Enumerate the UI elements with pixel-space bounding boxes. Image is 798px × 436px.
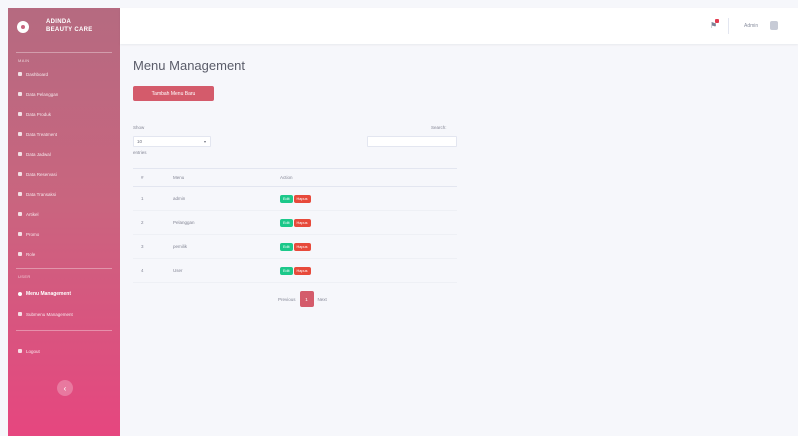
brand-name-line2: BEAUTY CARE [46,27,93,33]
tag-icon [18,232,22,236]
entries-select-value: 10 [137,139,143,144]
sidebar-item-data-pelanggan[interactable]: Data Pelanggan [18,90,58,98]
table-row: 3 pemilik Edit Hapus [133,234,457,259]
sidebar-divider [16,330,112,331]
pagination: Previous 1 Next [278,291,327,307]
chevron-left-icon: ‹ [63,383,67,393]
add-menu-button[interactable]: Tambah Menu Baru [133,86,214,101]
entries-select[interactable]: 10 ▾ [133,136,211,147]
edit-button[interactable]: Edit [280,266,293,275]
table-row: 1 admin Edit Hapus [133,186,457,211]
users-icon [18,92,22,96]
row-number: 2 [133,210,173,235]
calendar-icon [18,152,22,156]
list-icon [18,312,22,316]
sidebar-item-label: Logout [26,348,40,354]
row-actions: Edit Hapus [280,210,457,235]
sidebar-item-label: Role [26,251,36,257]
pagination-previous[interactable]: Previous [278,297,296,302]
sidebar-item-label: Data Produk [26,111,52,117]
sidebar-item-label: Data Transaksi [26,191,57,197]
sidebar-item-label: Menu Management [26,291,72,297]
logout-icon [18,349,22,353]
row-number: 1 [133,186,173,211]
sidebar: ADINDA BEAUTY CARE MAIN Dashboard Data P… [8,8,120,436]
search-label: Search: [431,125,447,130]
sidebar-item-role[interactable]: Role [18,250,35,258]
tachometer-icon [18,72,22,76]
brand-name-line1: ADINDA [46,19,72,25]
row-actions: Edit Hapus [280,258,457,283]
brand-logo-icon [17,21,29,33]
notification-badge [715,19,719,23]
sidebar-item-data-transaksi[interactable]: Data Transaksi [18,190,56,198]
circle-icon [18,292,22,296]
row-actions: Edit Hapus [280,186,457,211]
user-name[interactable]: Admin [744,23,758,29]
sidebar-item-menu-management[interactable]: Menu Management [18,290,71,298]
sidebar-item-promo[interactable]: Promo [18,230,39,238]
sidebar-divider [16,52,112,53]
newspaper-icon [18,212,22,216]
menu-table: # Menu Action 1 admin Edit Hapus 2 Pelang… [133,168,457,283]
pagination-page[interactable]: 1 [299,291,314,307]
sidebar-item-label: Data Reservasi [26,171,57,177]
sidebar-item-label: Artikel [26,211,39,217]
show-label: Show [133,125,145,130]
delete-button[interactable]: Hapus [293,242,311,251]
sidebar-item-label: Data Pelanggan [26,91,59,97]
sidebar-section-main: MAIN [18,58,30,63]
row-menu-name: Pelanggan [173,210,280,235]
sidebar-item-data-jadwal[interactable]: Data Jadwal [18,150,51,158]
topbar-divider [728,18,729,34]
delete-button[interactable]: Hapus [293,266,311,275]
box-icon [18,112,22,116]
delete-button[interactable]: Hapus [293,218,311,227]
table-row: 4 User Edit Hapus [133,258,457,283]
spa-icon [18,132,22,136]
sidebar-divider [16,268,112,269]
row-menu-name: admin [173,186,280,211]
sidebar-item-label: Data Treatment [26,131,58,137]
sidebar-item-data-produk[interactable]: Data Produk [18,110,51,118]
row-menu-name: User [173,258,280,283]
table-header-number[interactable]: # [133,168,173,187]
table-header-action[interactable]: Action [280,168,457,187]
chevron-down-icon: ▾ [203,139,206,144]
table-header-row: # Menu Action [133,168,457,187]
table-header-menu[interactable]: Menu [173,168,280,187]
edit-button[interactable]: Edit [280,218,293,227]
sidebar-item-logout[interactable]: Logout [18,347,40,355]
sidebar-item-dashboard[interactable]: Dashboard [18,70,48,78]
sidebar-item-artikel[interactable]: Artikel [18,210,39,218]
row-menu-name: pemilik [173,234,280,259]
sidebar-item-label: Data Jadwal [26,151,51,157]
delete-button[interactable]: Hapus [293,194,311,203]
user-avatar-icon[interactable] [770,21,778,30]
cash-icon [18,192,22,196]
entries-label: entries [133,150,147,155]
search-input[interactable] [367,136,457,147]
sidebar-item-submenu-management[interactable]: Submenu Management [18,310,73,318]
sidebar-item-data-treatment[interactable]: Data Treatment [18,130,57,138]
topbar: ⚑ Admin [120,8,798,44]
edit-button[interactable]: Edit [280,242,293,251]
row-number: 4 [133,258,173,283]
bell-icon[interactable]: ⚑ [710,19,719,30]
sidebar-item-data-reservasi[interactable]: Data Reservasi [18,170,57,178]
key-icon [18,252,22,256]
sidebar-toggle-button[interactable]: ‹ [57,380,73,396]
row-actions: Edit Hapus [280,234,457,259]
sidebar-section-user: USER [18,274,31,279]
pagination-next[interactable]: Next [318,297,327,302]
table-row: 2 Pelanggan Edit Hapus [133,210,457,235]
sidebar-item-label: Submenu Management [26,311,73,317]
sidebar-item-label: Promo [26,231,40,237]
book-icon [18,172,22,176]
page-title: Menu Management [133,58,246,73]
row-number: 3 [133,234,173,259]
brand[interactable]: ADINDA BEAUTY CARE [8,8,120,46]
sidebar-item-label: Dashboard [26,71,49,77]
edit-button[interactable]: Edit [280,194,293,203]
